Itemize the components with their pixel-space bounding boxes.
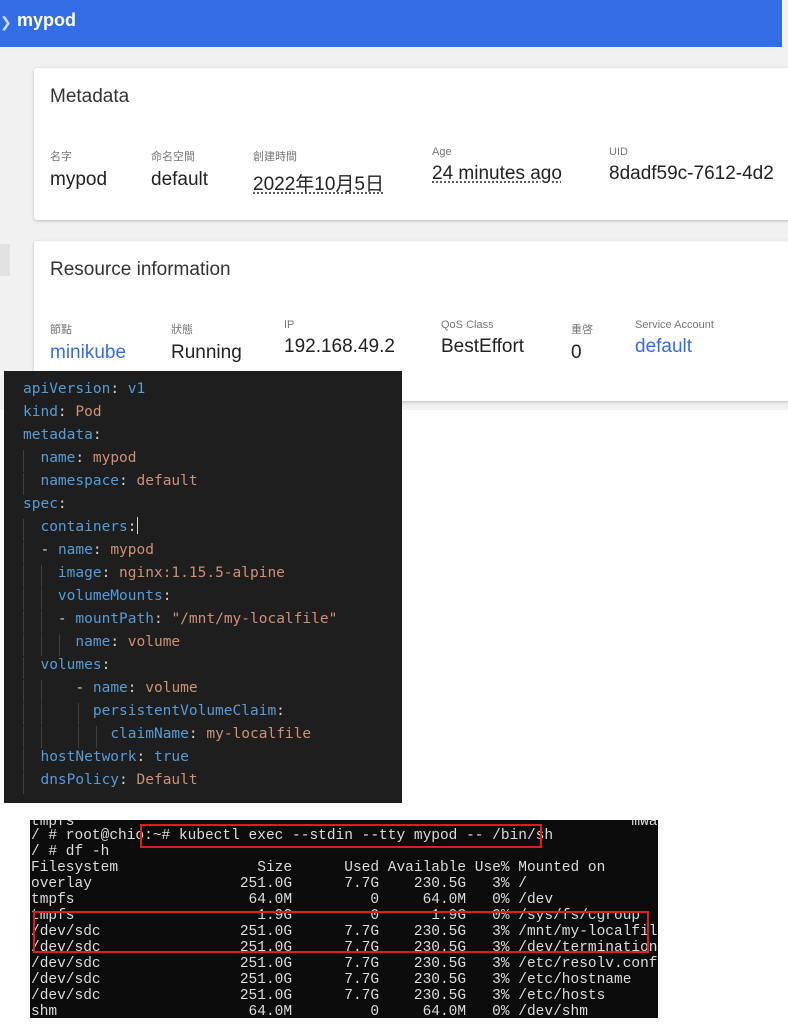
field-uid: UID 8dadf59c-7612-4d2: [609, 146, 774, 185]
terminal-line: /dev/sdc 251.0G 7.7G 230.5G 3% /etc/host…: [31, 972, 632, 988]
field-value: default: [151, 169, 209, 190]
field-qos: QoS Class BestEffort: [441, 319, 524, 358]
field-label: 命名空間: [151, 151, 195, 163]
terminal-line: / # df -h: [31, 844, 110, 860]
text-cursor: [136, 517, 138, 534]
field-label: 節點: [50, 324, 72, 336]
code-line: claimName: my-localfile: [23, 723, 311, 748]
code-line: containers:: [23, 516, 138, 541]
code-line: - name: mypod: [23, 539, 154, 564]
metadata-card: Metadata 名字 mypod 命名空間 default 創建時間 2022…: [34, 68, 788, 220]
page-title: mypod: [17, 10, 77, 30]
code-line: metadata:: [23, 427, 102, 443]
code-line: apiVersion: v1: [23, 381, 146, 397]
top-bar: ❯ mypod: [0, 0, 782, 47]
field-service-account: Service Account default: [635, 319, 714, 358]
restarts-value: 0: [571, 342, 582, 363]
code-line: name: mypod: [23, 447, 137, 472]
terminal-line: overlay 251.0G 7.7G 230.5G 3% /: [31, 876, 527, 892]
terminal-line: /dev/sdc 251.0G 7.7G 230.5G 3% /etc/host…: [31, 988, 606, 1004]
field-status: 狀態 Running: [171, 321, 242, 364]
code-line: namespace: default: [23, 470, 198, 495]
command-highlight-box: [140, 824, 542, 848]
field-label: 狀態: [171, 324, 193, 336]
pod-dashboard: ❯ mypod Metadata 名字 mypod 命名空間 default 創…: [0, 0, 788, 410]
code-line: hostNetwork: true: [23, 746, 189, 771]
yaml-editor[interactable]: apiVersion: v1 kind: Pod metadata: name:…: [4, 371, 402, 803]
field-name: 名字 mypod: [50, 148, 107, 191]
field-value: 8dadf59c-7612-4d2: [609, 163, 774, 184]
terminal-window[interactable]: tmpfs mware / # root@chio:~# kubectl exe…: [30, 820, 658, 1018]
terminal-line: /dev/sdc 251.0G 7.7G 230.5G 3% /etc/reso…: [31, 956, 658, 972]
code-line: persistentVolumeClaim:: [23, 700, 285, 725]
qos-value: BestEffort: [441, 336, 525, 357]
terminal-line: Filesystem Size Used Available Use% Moun…: [31, 860, 606, 876]
field-ip: IP 192.168.49.2: [284, 319, 395, 358]
field-value: mypod: [50, 169, 108, 190]
terminal-line: shm 64.0M 0 64.0M 0% /dev/shm: [31, 1004, 588, 1018]
field-label: 創建時間: [253, 151, 297, 163]
field-age: Age 24 minutes ago: [432, 146, 562, 185]
ip-value: 192.168.49.2: [284, 336, 395, 357]
field-label: 重啓: [571, 324, 593, 336]
resource-title: Resource information: [50, 259, 231, 280]
age-tooltip[interactable]: 24 minutes ago: [432, 163, 562, 185]
sidebar-edge[interactable]: [0, 244, 10, 276]
code-line: name: volume: [23, 631, 180, 656]
mount-highlight-box: [33, 911, 649, 953]
field-namespace: 命名空間 default: [151, 148, 208, 191]
code-line: image: nginx:1.15.5-alpine: [23, 562, 285, 587]
created-date-tooltip[interactable]: 2022年10月5日: [253, 169, 384, 196]
code-line: volumes:: [23, 654, 110, 679]
code-line: dnsPolicy: Default: [23, 769, 198, 794]
metadata-title: Metadata: [50, 86, 130, 107]
field-label: Service Account: [635, 319, 714, 331]
code-line: kind: Pod: [23, 404, 102, 420]
field-label: IP: [284, 319, 295, 331]
field-restarts: 重啓 0: [571, 321, 593, 364]
status-value: Running: [171, 342, 242, 363]
code-line: - name: volume: [23, 677, 198, 702]
field-label: Age: [432, 146, 452, 158]
code-line: spec:: [23, 496, 67, 512]
code-line: - mountPath: "/mnt/my-localfile": [23, 608, 337, 633]
field-label: UID: [609, 146, 628, 158]
field-node: 節點 minikube: [50, 321, 126, 364]
field-label: QoS Class: [441, 319, 494, 331]
service-account-link[interactable]: default: [635, 336, 714, 358]
code-line: volumeMounts:: [23, 585, 171, 610]
node-link[interactable]: minikube: [50, 342, 126, 364]
field-label: 名字: [50, 151, 72, 163]
terminal-line: tmpfs 64.0M 0 64.0M 0% /dev: [31, 892, 554, 908]
chevron-right-icon[interactable]: ❯: [0, 14, 12, 31]
field-created: 創建時間 2022年10月5日: [253, 148, 384, 196]
